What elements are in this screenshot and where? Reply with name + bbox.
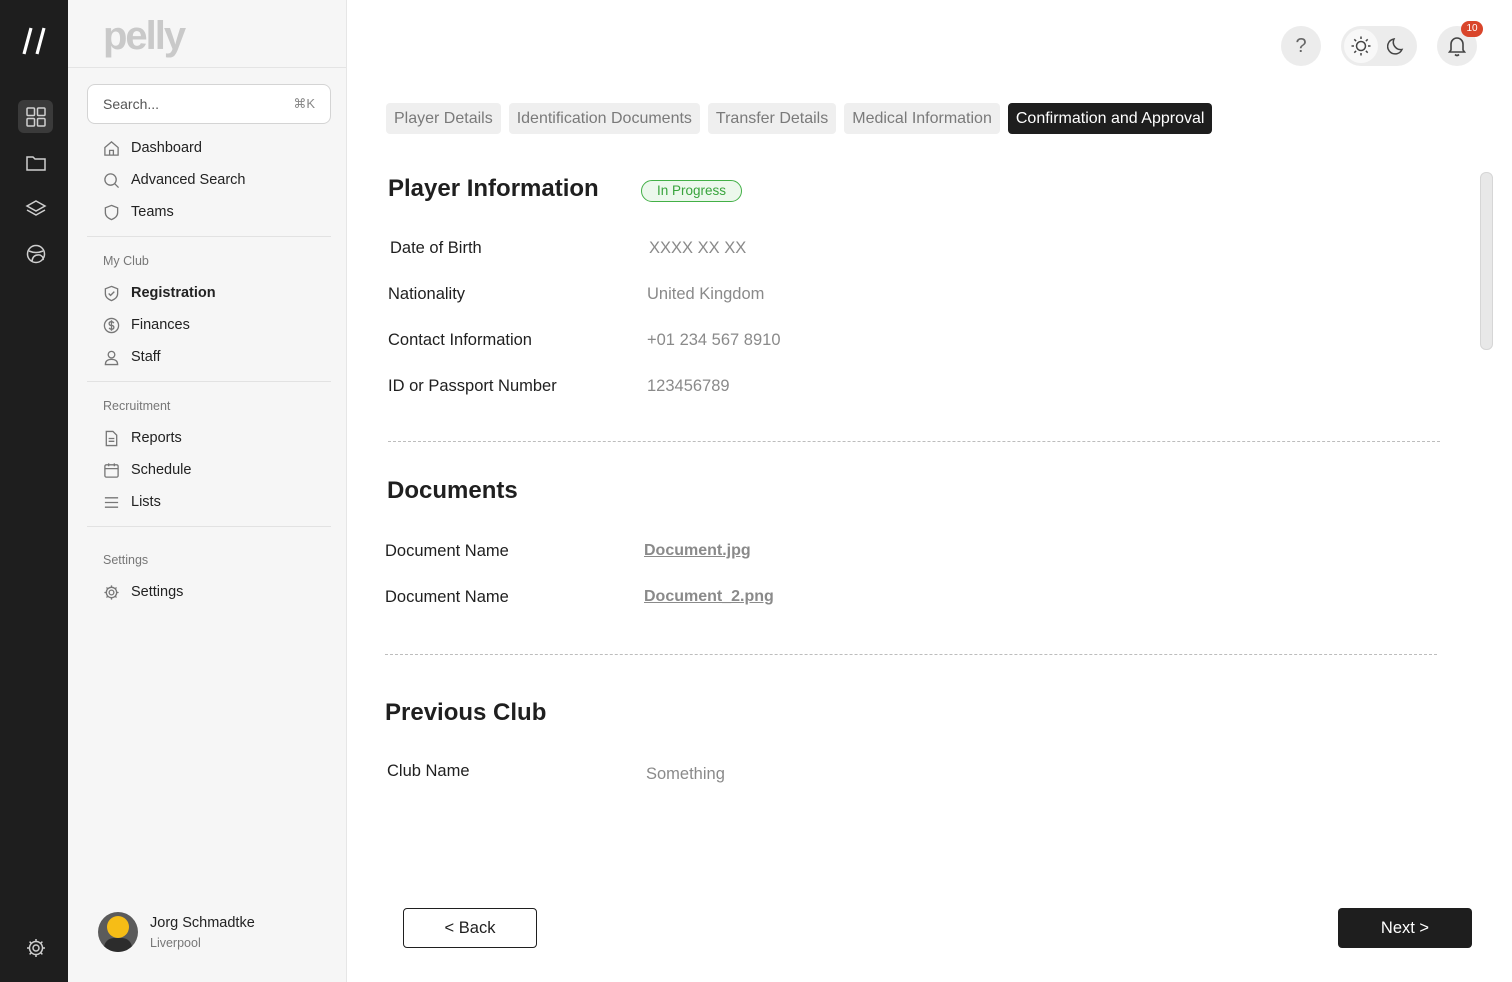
tab-transfer-details[interactable]: Transfer Details bbox=[707, 103, 837, 134]
user-name: Jorg Schmadtke bbox=[150, 914, 255, 931]
dollar-icon bbox=[103, 317, 120, 333]
section-my-club: My Club bbox=[103, 254, 149, 268]
nav-label: Reports bbox=[131, 430, 182, 446]
field-value: XXXX XX XX bbox=[649, 239, 747, 257]
status-badge: In Progress bbox=[641, 180, 743, 202]
document-label: Document Name bbox=[385, 542, 509, 560]
section-title-documents: Documents bbox=[387, 477, 518, 504]
field-value: United Kingdom bbox=[647, 285, 765, 303]
field-value: 123456789 bbox=[647, 377, 730, 395]
section-divider bbox=[385, 654, 1437, 655]
nav-label: Registration bbox=[131, 285, 216, 301]
tab-confirmation-and-approval[interactable]: Confirmation and Approval bbox=[1007, 103, 1213, 134]
next-button[interactable]: Next > bbox=[1338, 908, 1472, 948]
section-settings: Settings bbox=[103, 553, 149, 567]
avatar bbox=[98, 912, 138, 952]
shortcut-hint: ⌘K bbox=[293, 96, 315, 111]
gear-icon[interactable] bbox=[18, 931, 53, 964]
app-rail bbox=[0, 0, 68, 982]
field-label: Contact Information bbox=[388, 331, 532, 349]
divider bbox=[68, 67, 346, 68]
layers-icon[interactable] bbox=[18, 191, 53, 224]
user-club: Liverpool bbox=[150, 935, 201, 950]
notification-badge: 10 bbox=[1461, 21, 1483, 37]
document-icon bbox=[105, 430, 118, 446]
search-placeholder: Search... bbox=[103, 96, 160, 112]
divider bbox=[87, 381, 331, 382]
sun-icon[interactable] bbox=[1344, 29, 1378, 63]
moon-icon[interactable] bbox=[1380, 29, 1414, 63]
back-button[interactable]: < Back bbox=[403, 908, 537, 948]
nav-label: Finances bbox=[131, 317, 190, 333]
tab-player-details[interactable]: Player Details bbox=[386, 103, 501, 134]
nav-settings[interactable]: Settings bbox=[103, 580, 183, 604]
gear-icon bbox=[104, 584, 119, 600]
shield-check-icon bbox=[104, 285, 119, 301]
document-link[interactable]: Document_2.png bbox=[644, 588, 774, 606]
section-recruitment: Recruitment bbox=[103, 399, 171, 413]
home-icon bbox=[104, 140, 119, 156]
search-icon bbox=[104, 172, 120, 188]
field-value: +01 234 567 8910 bbox=[647, 331, 781, 349]
search-input[interactable]: Search... ⌘K bbox=[87, 84, 331, 124]
nav-registration[interactable]: Registration bbox=[103, 281, 216, 305]
grid-icon[interactable] bbox=[18, 100, 53, 133]
nav-lists[interactable]: Lists bbox=[103, 490, 161, 514]
sidebar: pelly Search... ⌘K Dashboard Advanced Se… bbox=[68, 0, 347, 982]
nav-label: Settings bbox=[131, 584, 184, 600]
brand-logo: pelly bbox=[103, 14, 186, 58]
field-value: Something bbox=[646, 765, 725, 783]
nav-label: Schedule bbox=[131, 462, 192, 478]
globe-icon[interactable] bbox=[18, 237, 53, 270]
nav-label: Teams bbox=[131, 204, 174, 220]
field-label: ID or Passport Number bbox=[388, 377, 557, 395]
list-icon bbox=[104, 496, 119, 508]
field-label: Date of Birth bbox=[390, 239, 482, 257]
scrollbar[interactable] bbox=[1480, 172, 1493, 350]
nav-label: Advanced Search bbox=[131, 172, 246, 188]
theme-toggle[interactable] bbox=[1341, 26, 1417, 66]
nav-teams[interactable]: Teams bbox=[103, 200, 174, 224]
field-label: Club Name bbox=[387, 762, 470, 780]
document-link[interactable]: Document.jpg bbox=[644, 542, 751, 560]
shield-icon bbox=[104, 204, 119, 220]
section-title-previous-club: Previous Club bbox=[385, 699, 547, 726]
tab-medical-information[interactable]: Medical Information bbox=[844, 103, 1000, 134]
section-divider bbox=[388, 441, 1440, 442]
document-label: Document Name bbox=[385, 588, 509, 606]
user-profile[interactable]: Jorg Schmadtke Liverpool bbox=[98, 912, 255, 952]
nav-schedule[interactable]: Schedule bbox=[103, 458, 191, 482]
tab-identification-documents[interactable]: Identification Documents bbox=[508, 103, 700, 134]
bell-icon bbox=[1447, 37, 1467, 57]
help-button[interactable]: ? bbox=[1281, 26, 1321, 66]
user-icon bbox=[104, 350, 119, 365]
nav-label: Dashboard bbox=[131, 140, 202, 156]
nav-label: Lists bbox=[131, 494, 161, 510]
folder-icon[interactable] bbox=[18, 146, 53, 179]
logo-icon bbox=[22, 27, 46, 55]
calendar-icon bbox=[104, 462, 119, 478]
nav-finances[interactable]: Finances bbox=[103, 313, 190, 337]
divider bbox=[87, 526, 331, 527]
section-title-player-information: Player Information bbox=[388, 175, 599, 202]
nav-advanced-search[interactable]: Advanced Search bbox=[103, 168, 245, 192]
field-label: Nationality bbox=[388, 285, 466, 303]
step-tabs: Player Details Identification Documents … bbox=[386, 103, 1220, 134]
help-icon: ? bbox=[1295, 34, 1307, 57]
nav-dashboard[interactable]: Dashboard bbox=[103, 136, 202, 160]
nav-label: Staff bbox=[131, 349, 161, 365]
divider bbox=[87, 236, 331, 237]
nav-staff[interactable]: Staff bbox=[103, 345, 161, 369]
nav-reports[interactable]: Reports bbox=[103, 426, 182, 450]
